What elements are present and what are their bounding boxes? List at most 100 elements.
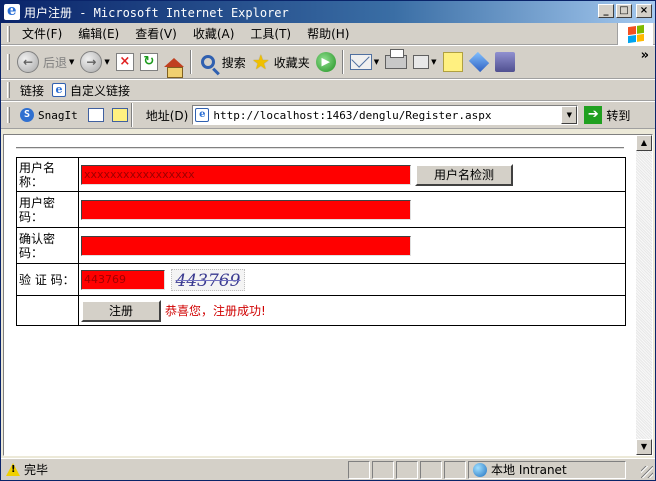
confirm-password-row: 确认密码：	[16, 227, 626, 264]
title-bar: 用户注册 - Microsoft Internet Explorer _ □ ×	[1, 1, 655, 23]
status-cell	[396, 460, 418, 479]
address-url[interactable]: http://localhost:1463/denglu/Register.as…	[213, 109, 491, 122]
address-input[interactable]: e http://localhost:1463/denglu/Register.…	[192, 105, 579, 125]
menu-help[interactable]: 帮助(H)	[299, 25, 357, 42]
refresh-button[interactable]: ↻	[137, 48, 161, 76]
horizontal-rule	[16, 147, 624, 149]
snagit-organizer-icon[interactable]	[111, 108, 128, 122]
linksbar-grip[interactable]	[7, 82, 10, 98]
maximize-button[interactable]: □	[616, 4, 632, 18]
favorites-label: 收藏夹	[273, 55, 310, 70]
search-button[interactable]: 搜索	[195, 48, 249, 76]
register-form-table: 用户名称： xxxxxxxxxxxxxxxxx 用户名检测 用户密码： 确认密码…	[16, 157, 626, 326]
research-button[interactable]	[492, 48, 518, 76]
address-label: 地址(D)	[145, 108, 189, 123]
captcha-label: 验 证 码：	[16, 263, 79, 296]
back-arrow-icon: ←	[17, 51, 39, 73]
refresh-icon: ↻	[139, 53, 158, 71]
stop-button[interactable]: ×	[113, 48, 137, 76]
submit-row: 注册 恭喜您，注册成功!	[16, 295, 626, 326]
menu-bar: 文件(F) 编辑(E) 查看(V) 收藏(A) 工具(T) 帮助(H)	[1, 23, 655, 45]
forward-arrow-icon: →	[80, 51, 103, 73]
links-label: 链接	[20, 83, 45, 98]
windows-logo	[617, 23, 653, 45]
browser-window: 用户注册 - Microsoft Internet Explorer _ □ ×…	[0, 0, 656, 481]
messenger-button[interactable]	[466, 48, 492, 76]
go-label: 转到	[606, 108, 631, 123]
toolbar-separator	[189, 50, 192, 74]
username-row: 用户名称： xxxxxxxxxxxxxxxxx 用户名检测	[16, 157, 626, 192]
password-label: 用户密码：	[16, 191, 79, 228]
menu-edit[interactable]: 编辑(E)	[70, 25, 127, 42]
minimize-button[interactable]: _	[598, 4, 614, 18]
status-cell	[444, 460, 466, 479]
forward-dropdown-icon[interactable]: ▼	[104, 58, 109, 66]
warning-icon	[6, 463, 20, 476]
captcha-row: 验 证 码： 443769 443769	[16, 263, 626, 296]
resize-grip-icon[interactable]	[641, 466, 653, 478]
search-label: 搜索	[221, 55, 246, 70]
media-button[interactable]: ▶	[313, 48, 339, 76]
confirm-password-label: 确认密码：	[16, 227, 79, 264]
back-dropdown-icon[interactable]: ▼	[69, 58, 74, 66]
forward-button[interactable]: → ▼	[77, 48, 112, 76]
print-button[interactable]	[382, 48, 410, 76]
captcha-input[interactable]: 443769	[81, 269, 165, 290]
standard-toolbar: ← 后退 ▼ → ▼ × ↻ 搜索 ★ 收藏夹 ▶ ▼ ▼ »	[1, 45, 655, 79]
back-label: 后退	[43, 55, 68, 70]
scroll-up-icon[interactable]: ▲	[636, 135, 652, 151]
menu-view[interactable]: 查看(V)	[127, 25, 185, 42]
media-icon: ▶	[315, 52, 336, 72]
messenger-icon	[468, 51, 489, 73]
confirm-password-input[interactable]	[81, 235, 411, 256]
snagit-button[interactable]: S SnagIt	[20, 108, 78, 122]
snagit-capture-icon[interactable]	[87, 108, 104, 122]
check-username-button[interactable]: 用户名检测	[415, 163, 513, 186]
page-icon: e	[195, 108, 210, 122]
scroll-down-icon[interactable]: ▼	[636, 439, 652, 455]
home-icon	[163, 57, 184, 78]
search-icon	[200, 55, 215, 69]
page-content: 用户名称： xxxxxxxxxxxxxxxxx 用户名检测 用户密码： 确认密码…	[4, 135, 636, 455]
edit-dropdown-icon[interactable]: ▼	[431, 58, 436, 66]
printer-icon	[385, 49, 408, 69]
go-button[interactable]: ➔ 转到	[584, 106, 630, 124]
mail-button[interactable]: ▼	[347, 48, 382, 76]
menu-favorites[interactable]: 收藏(A)	[185, 25, 243, 42]
back-button[interactable]: ← 后退 ▼	[14, 48, 77, 76]
status-bar: 完毕 本地 Intranet	[1, 458, 655, 480]
mail-dropdown-icon[interactable]: ▼	[374, 58, 379, 66]
home-button[interactable]	[161, 48, 187, 78]
star-icon: ★	[251, 50, 270, 74]
close-button[interactable]: ×	[636, 4, 652, 18]
snagit-label: SnagIt	[38, 108, 78, 122]
password-row: 用户密码：	[16, 191, 626, 228]
status-cell	[348, 460, 370, 479]
address-dropdown-icon[interactable]: ▼	[561, 106, 578, 124]
captcha-image[interactable]: 443769	[171, 268, 245, 291]
discuss-button[interactable]	[440, 48, 466, 76]
edit-icon	[413, 55, 430, 69]
intranet-globe-icon	[473, 462, 487, 477]
security-zone[interactable]: 本地 Intranet	[468, 460, 626, 479]
menu-file[interactable]: 文件(F)	[14, 25, 70, 42]
vertical-scrollbar[interactable]: ▲ ▼	[636, 135, 652, 455]
custom-links-link[interactable]: 自定义链接	[70, 82, 130, 99]
page-viewport: 用户名称： xxxxxxxxxxxxxxxxx 用户名检测 用户密码： 确认密码…	[3, 134, 653, 456]
toolbar-chevron-icon[interactable]: »	[641, 48, 649, 63]
edit-button[interactable]: ▼	[410, 48, 439, 76]
window-title: 用户注册 - Microsoft Internet Explorer	[24, 5, 289, 20]
stop-icon: ×	[115, 53, 134, 71]
ie-icon	[4, 1, 20, 20]
go-arrow-icon: ➔	[584, 106, 603, 124]
favorites-button[interactable]: ★ 收藏夹	[249, 48, 313, 76]
toolbar-grip[interactable]	[7, 54, 10, 70]
toolbar-separator	[130, 103, 133, 127]
menu-tools[interactable]: 工具(T)	[242, 25, 299, 42]
register-button[interactable]: 注册	[81, 299, 161, 322]
menubar-grip[interactable]	[7, 25, 10, 42]
snagit-grip[interactable]	[7, 107, 10, 123]
username-input[interactable]: xxxxxxxxxxxxxxxxx	[81, 164, 411, 185]
status-text: 完毕	[24, 463, 49, 477]
password-input[interactable]	[81, 199, 411, 220]
